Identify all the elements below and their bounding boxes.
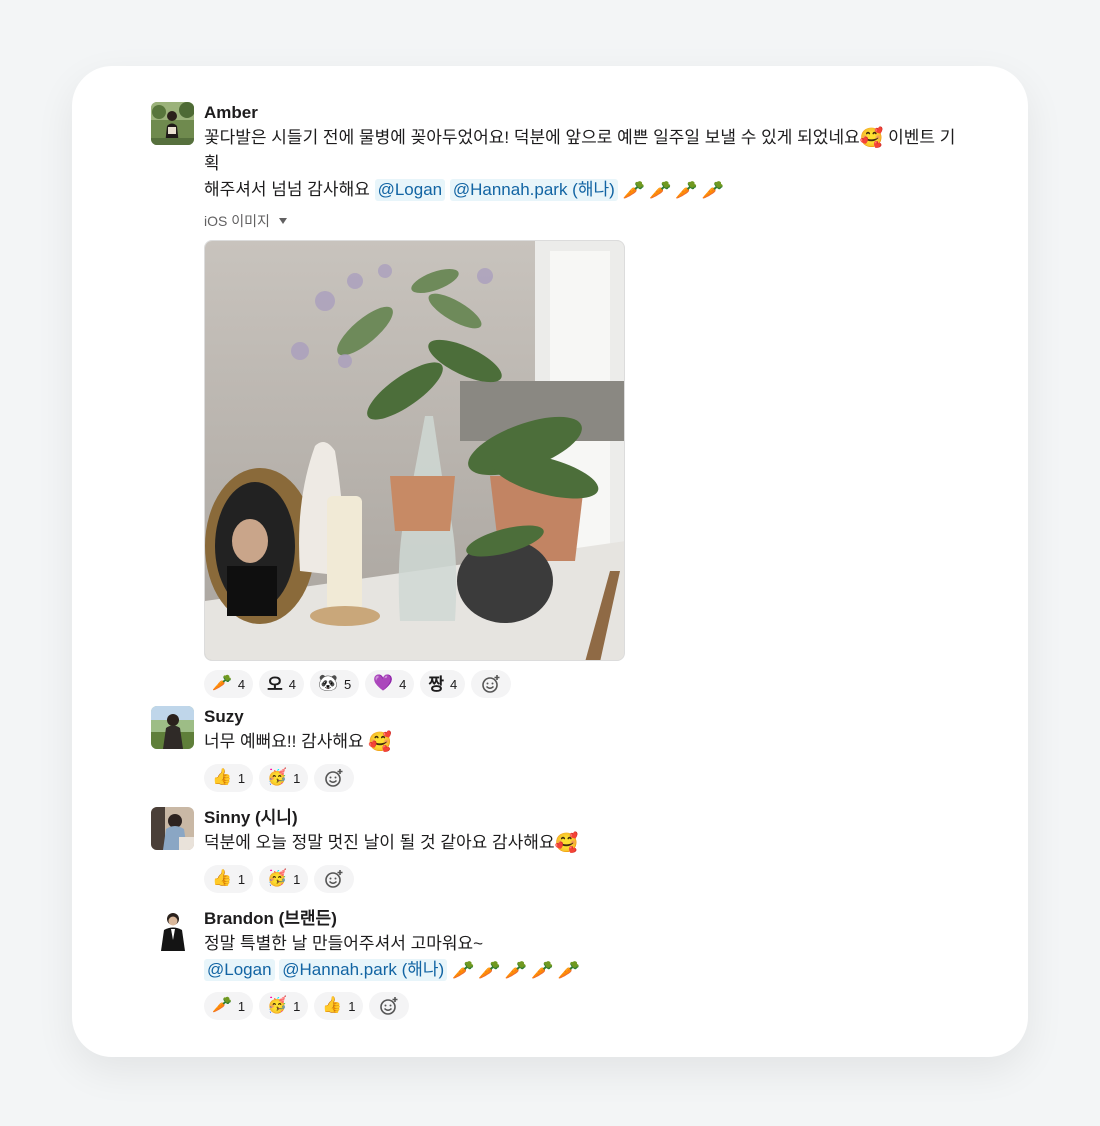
reaction-party-face[interactable]: 🥳 1 (259, 992, 309, 1020)
reaction-carrot[interactable]: 🥕 4 (204, 670, 254, 698)
reactions-bar: 👍 1 🥳 1 (204, 865, 971, 893)
reaction-oh[interactable]: 오4 (259, 670, 305, 698)
carrot-emoji: 🥕 (531, 960, 554, 980)
reactions-bar: 🥕 1 🥳 1 👍 1 (204, 992, 971, 1020)
carrot-emoji: 🥕 (675, 180, 698, 200)
carrot-emoji: 🥕 (648, 180, 672, 200)
reaction-party-face[interactable]: 🥳 1 (259, 865, 309, 893)
reaction-thumbs-up[interactable]: 👍 1 (314, 992, 364, 1020)
sender-name[interactable]: Sinny (시니) (204, 807, 971, 829)
reaction-purple-heart[interactable]: 💜 4 (365, 670, 415, 698)
attached-photo[interactable] (204, 240, 625, 661)
add-reaction-button[interactable] (314, 764, 355, 792)
reactions-bar: 🥕 4 오4 🐼 5 💜 4 짱4 (204, 670, 971, 698)
attachment-toggle[interactable]: iOS 이미지 (204, 211, 971, 231)
add-reaction-icon (482, 675, 500, 693)
carrot-emoji: 🥕 (701, 180, 725, 200)
add-reaction-icon (325, 769, 343, 787)
mention-hannah[interactable]: @Hannah.park (해나) (279, 959, 448, 981)
carrot-emoji: 🥕 (622, 180, 645, 200)
carrot-emoji: 🥕 (478, 960, 501, 980)
smiling-hearts-emoji: 🥰 (368, 732, 393, 753)
avatar[interactable] (151, 102, 194, 145)
sender-name[interactable]: Brandon (브랜든) (204, 908, 971, 930)
carrot-emoji: 🥕 (451, 960, 475, 980)
avatar[interactable] (151, 908, 194, 951)
carrot-emoji: 🥕 (557, 960, 581, 980)
sender-name[interactable]: Amber (204, 102, 971, 124)
sender-name[interactable]: Suzy (204, 706, 971, 728)
caret-down-icon (278, 218, 287, 224)
avatar[interactable] (151, 706, 194, 749)
smiling-hearts-emoji: 🥰 (859, 128, 884, 149)
mention-hannah[interactable]: @Hannah.park (해나) (449, 179, 618, 201)
reaction-panda[interactable]: 🐼 5 (310, 670, 360, 698)
add-reaction-icon (380, 997, 398, 1015)
add-reaction-button[interactable] (314, 865, 355, 893)
reaction-thumbs-up[interactable]: 👍 1 (204, 764, 254, 792)
mention-logan[interactable]: @Logan (204, 959, 275, 981)
carrot-emoji: 🥕 (504, 960, 528, 980)
reaction-jjang[interactable]: 짱4 (420, 670, 466, 698)
reactions-bar: 👍 1 🥳 1 (204, 764, 971, 792)
smiling-hearts-emoji: 🥰 (554, 833, 579, 854)
reaction-party-face[interactable]: 🥳 1 (259, 764, 309, 792)
message-text: 덕분에 오늘 정말 멋진 날이 될 것 같아요 감사해요🥰 (204, 833, 579, 854)
add-reaction-icon (325, 870, 343, 888)
message-text: 정말 특별한 날 만들어주셔서 고마워요~ @Logan @Hannah.par… (204, 934, 581, 981)
message-text: 너무 예뻐요!! 감사해요 🥰 (204, 732, 393, 753)
add-reaction-button[interactable] (471, 670, 512, 698)
avatar[interactable] (151, 807, 194, 850)
reaction-carrot[interactable]: 🥕 1 (204, 992, 254, 1020)
message-text: 꽃다발은 시들기 전에 물병에 꽂아두었어요! 덕분에 앞으로 예쁜 일주일 보… (204, 128, 956, 201)
reaction-thumbs-up[interactable]: 👍 1 (204, 865, 254, 893)
add-reaction-button[interactable] (369, 992, 410, 1020)
mention-logan[interactable]: @Logan (374, 179, 446, 201)
